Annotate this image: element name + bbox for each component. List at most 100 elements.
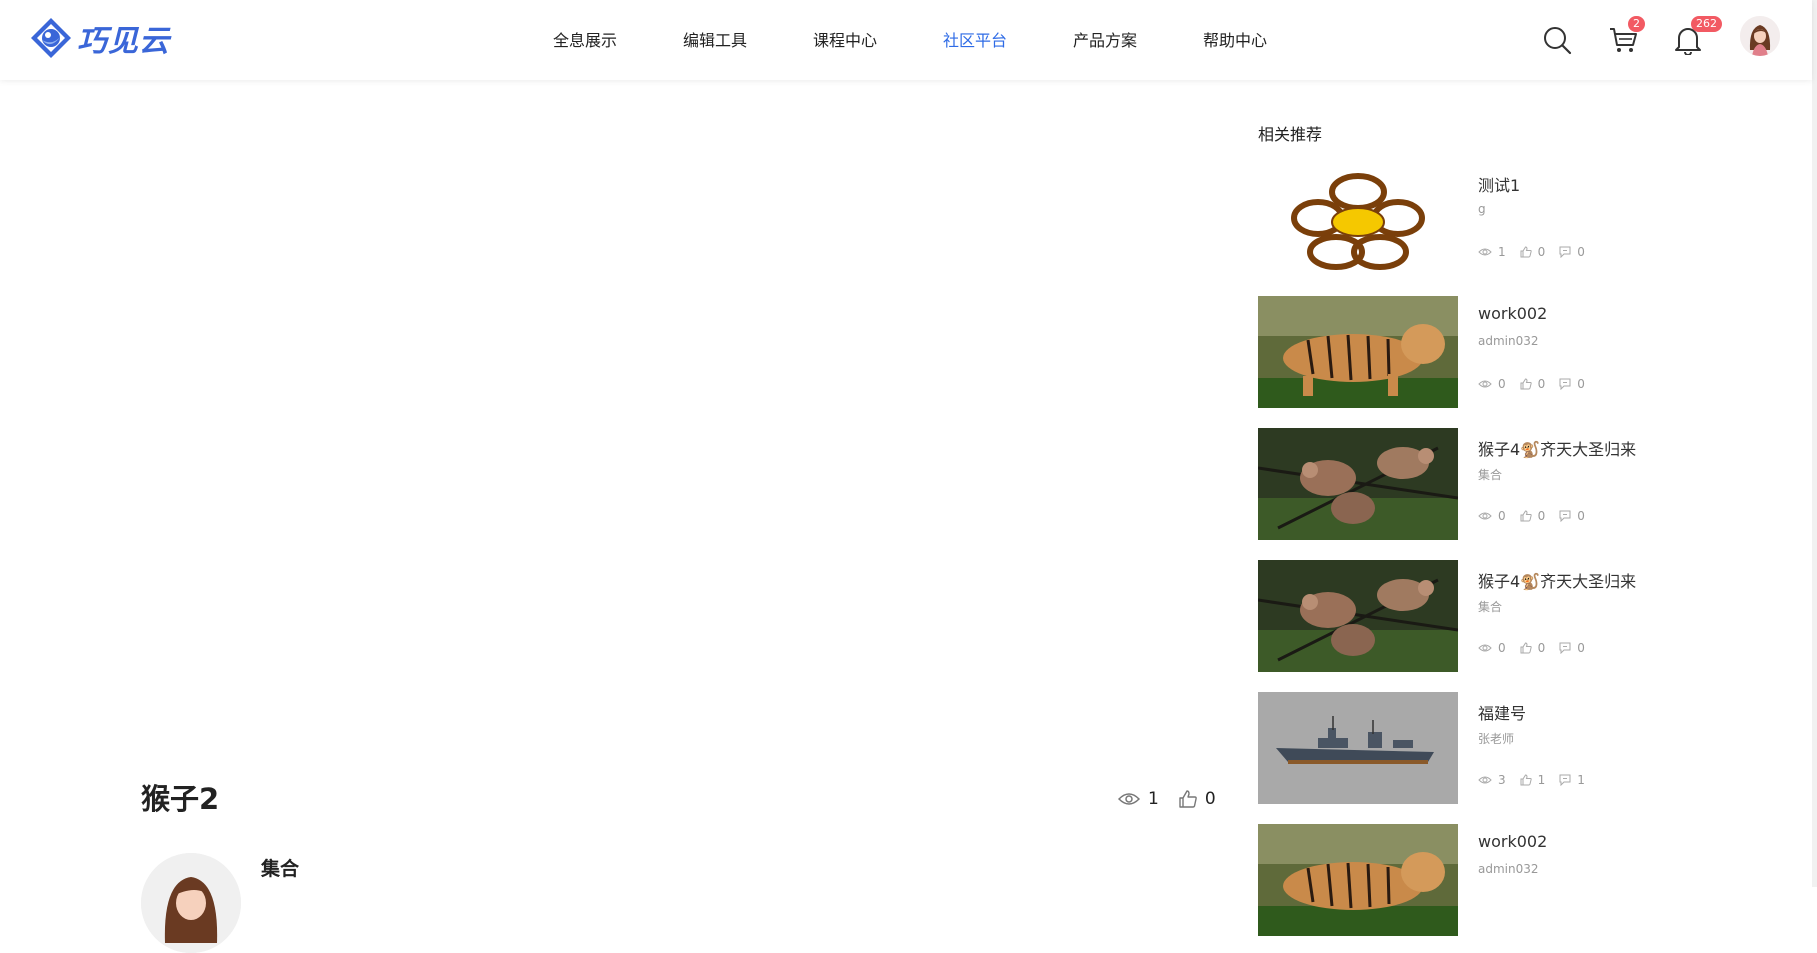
cart-badge: 2: [1628, 16, 1645, 32]
recommend-item-author: 集合: [1478, 600, 1503, 614]
page-scrollbar[interactable]: [1812, 0, 1817, 887]
recommend-item-name[interactable]: 福建号: [1478, 700, 1526, 724]
thumbs-up-icon: [1520, 510, 1532, 522]
recommend-item-author: 张老师: [1478, 732, 1515, 746]
author-avatar-icon: [141, 853, 241, 953]
work-views-count: 1: [1148, 789, 1159, 809]
comments-count: 0: [1577, 377, 1585, 391]
work-viewer[interactable]: [0, 80, 1240, 760]
ship-thumbnail-image: [1258, 692, 1458, 804]
recommend-item[interactable]: 福建号 张老师 3 1 1: [1258, 692, 1728, 806]
recommend-item[interactable]: 猴子4🐒齐天大圣归来 集合 0 0 0: [1258, 428, 1728, 542]
recommend-thumbnail[interactable]: [1258, 164, 1458, 276]
recommend-thumbnail[interactable]: [1258, 824, 1458, 936]
recommend-item-author: admin032: [1478, 334, 1539, 348]
logo-icon: [31, 18, 71, 58]
author-name[interactable]: 集合: [261, 854, 299, 881]
comments-stat: 0: [1559, 377, 1585, 391]
views-count: 0: [1498, 377, 1506, 391]
nav-item-community[interactable]: 社区平台: [910, 0, 1040, 80]
nav-item-help[interactable]: 帮助中心: [1170, 0, 1300, 80]
recommend-item-stats: 0 0 0: [1478, 641, 1599, 655]
recommend-item-name[interactable]: work002: [1478, 832, 1547, 851]
eye-icon: [1118, 793, 1140, 805]
comment-icon: [1559, 642, 1571, 654]
nav-item-editor[interactable]: 编辑工具: [650, 0, 780, 80]
thumbs-up-icon: [1520, 246, 1532, 258]
user-avatar[interactable]: [1740, 16, 1780, 56]
comments-count: 1: [1577, 773, 1585, 787]
top-header: 巧见云 全息展示 编辑工具 课程中心 社区平台 产品方案 帮助中心 2 262: [0, 0, 1812, 80]
views-stat: 3: [1478, 773, 1506, 787]
views-stat: 0: [1478, 377, 1506, 391]
flower-thumbnail-image: [1258, 164, 1458, 276]
comments-count: 0: [1577, 641, 1585, 655]
likes-stat: 0: [1520, 245, 1546, 259]
recommend-item-author: g: [1478, 202, 1486, 216]
work-title: 猴子2: [141, 782, 220, 816]
recommend-thumbnail[interactable]: [1258, 428, 1458, 540]
recommend-item-stats: 1 0 0: [1478, 245, 1599, 259]
tiger-thumbnail-image: [1258, 824, 1458, 936]
comments-stat: 0: [1559, 509, 1585, 523]
recommend-item-stats: 0 0 0: [1478, 377, 1599, 391]
recommend-item-name[interactable]: work002: [1478, 304, 1547, 323]
recommend-item-name[interactable]: 猴子4🐒齐天大圣归来: [1478, 436, 1636, 460]
recommend-item[interactable]: 猴子4🐒齐天大圣归来 集合 0 0 0: [1258, 560, 1728, 674]
comment-icon: [1559, 246, 1571, 258]
likes-count: 1: [1537, 773, 1546, 787]
monkeys-thumbnail-image: [1258, 428, 1458, 540]
nav-item-holographic[interactable]: 全息展示: [520, 0, 650, 80]
brand-name: 巧见云: [77, 24, 170, 59]
recommend-item-name[interactable]: 猴子4🐒齐天大圣归来: [1478, 568, 1636, 592]
monkeys-thumbnail-image: [1258, 560, 1458, 672]
eye-icon: [1478, 248, 1492, 256]
likes-count: 0: [1537, 377, 1546, 391]
main-nav: 全息展示 编辑工具 课程中心 社区平台 产品方案 帮助中心: [520, 0, 1300, 80]
likes-count: 0: [1537, 245, 1546, 259]
work-likes[interactable]: 0: [1179, 789, 1216, 809]
comments-stat: 0: [1559, 245, 1585, 259]
recommend-item-stats: 0 0 0: [1478, 509, 1599, 523]
recommend-item-stats: 3 1 1: [1478, 773, 1599, 787]
author-avatar[interactable]: [141, 853, 241, 953]
recommend-thumbnail[interactable]: [1258, 692, 1458, 804]
cart-button[interactable]: 2: [1603, 16, 1645, 60]
likes-stat: 0: [1520, 509, 1546, 523]
likes-count: 0: [1537, 509, 1546, 523]
thumbs-up-icon: [1520, 378, 1532, 390]
recommend-item[interactable]: 测试1 g 1 0 0: [1258, 164, 1728, 278]
avatar-icon: [1740, 16, 1780, 56]
recommend-item-name[interactable]: 测试1: [1478, 172, 1520, 196]
eye-icon: [1478, 644, 1492, 652]
comments-count: 0: [1577, 245, 1585, 259]
views-stat: 0: [1478, 509, 1506, 523]
views-count: 1: [1498, 245, 1506, 259]
nav-item-courses[interactable]: 课程中心: [780, 0, 910, 80]
recommend-thumbnail[interactable]: [1258, 560, 1458, 672]
likes-stat: 0: [1520, 377, 1546, 391]
work-views: 1: [1118, 789, 1159, 809]
work-likes-count: 0: [1204, 789, 1216, 809]
notification-badge: 262: [1691, 16, 1722, 32]
eye-icon: [1478, 776, 1492, 784]
recommend-item[interactable]: work002 admin032 0 0 0: [1258, 296, 1728, 410]
nav-item-products[interactable]: 产品方案: [1040, 0, 1170, 80]
recommend-thumbnail[interactable]: [1258, 296, 1458, 408]
thumbs-up-icon: [1179, 790, 1197, 808]
likes-stat: 0: [1520, 641, 1545, 655]
recommend-item[interactable]: work002 admin032: [1258, 824, 1728, 938]
views-count: 0: [1498, 509, 1506, 523]
notifications-button[interactable]: 262: [1668, 16, 1722, 60]
views-count: 3: [1498, 773, 1506, 787]
comments-count: 0: [1577, 509, 1585, 523]
comment-icon: [1559, 378, 1571, 390]
views-stat: 1: [1478, 245, 1506, 259]
recommend-item-author: 集合: [1478, 468, 1503, 482]
brand-logo[interactable]: 巧见云: [29, 16, 170, 60]
recommend-title: 相关推荐: [1258, 125, 1323, 144]
eye-icon: [1478, 512, 1492, 520]
work-stats: 1 0: [1118, 789, 1236, 809]
tiger-thumbnail-image: [1258, 296, 1458, 408]
search-button[interactable]: [1537, 20, 1577, 60]
